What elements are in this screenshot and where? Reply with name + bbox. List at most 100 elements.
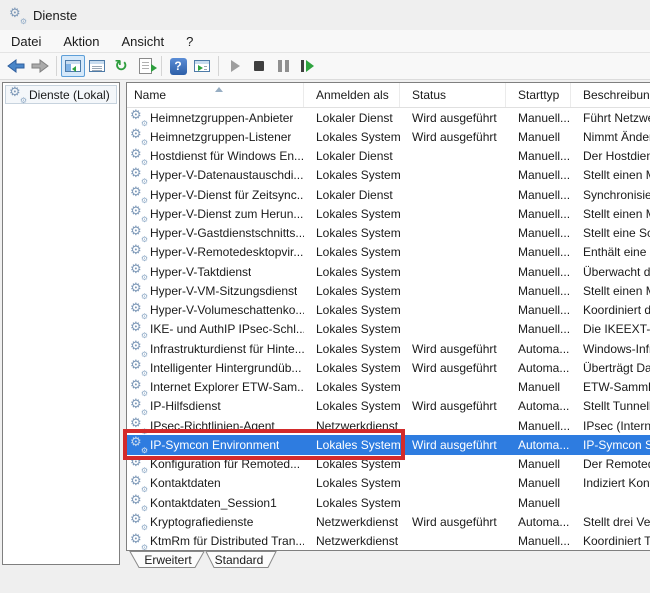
help-icon[interactable]: ?	[166, 54, 190, 78]
service-gear-icon: ⚙⚙	[131, 514, 146, 529]
table-row[interactable]: ⚙⚙Internet Explorer ETW-Sam...Lokales Sy…	[127, 378, 650, 397]
service-description-cell: Führt Netzwe...	[571, 108, 650, 127]
service-description-cell: Enthält eine P...	[571, 243, 650, 262]
service-gear-icon: ⚙⚙	[131, 110, 146, 125]
service-gear-icon: ⚙⚙	[131, 303, 146, 318]
service-gear-icon: ⚙⚙	[131, 495, 146, 510]
column-header-label: Starttyp	[518, 88, 559, 102]
table-row[interactable]: ⚙⚙Hostdienst für Windows En...Lokaler Di…	[127, 147, 650, 166]
service-status-cell	[400, 320, 506, 339]
service-name-cell: ⚙⚙ Kontaktdaten_Session1	[127, 493, 304, 512]
column-header-name[interactable]: Name	[127, 83, 304, 107]
service-name-cell: ⚙⚙Konfiguration für Remoted...	[127, 455, 304, 474]
table-row[interactable]: ⚙⚙Kontaktdaten_Session1Lokales SystemMan…	[127, 493, 650, 512]
column-header-beschreibung[interactable]: Beschreibung	[571, 83, 650, 107]
service-status-cell	[400, 166, 506, 185]
service-logon-cell: Netzwerkdienst	[304, 416, 400, 435]
service-name-cell: ⚙⚙Hyper-V-Dienst für Zeitsync...	[127, 185, 304, 204]
table-row[interactable]: ⚙⚙Konfiguration für Remoted...Lokales Sy…	[127, 455, 650, 474]
service-logon-cell: Lokales System	[304, 358, 400, 377]
table-row[interactable]: ⚙⚙Heimnetzgruppen-AnbieterLokaler Dienst…	[127, 108, 650, 127]
service-description-cell: Der Remoted...	[571, 455, 650, 474]
service-gear-icon: ⚙⚙	[131, 168, 146, 183]
sidebar-item-dienste-lokal[interactable]: ⚙⚙ Dienste (Lokal)	[5, 85, 117, 104]
title-bar: ⚙⚙ Dienste	[0, 0, 650, 30]
service-status-cell: Wird ausgeführt	[400, 127, 506, 146]
console-tree-panel: ⚙⚙ Dienste (Lokal)	[2, 82, 120, 565]
column-header-starttyp[interactable]: Starttyp	[506, 83, 571, 107]
service-name: Hostdienst für Windows En...	[150, 149, 304, 163]
service-name-cell: ⚙⚙Hyper-V-Dienst zum Herun...	[127, 204, 304, 223]
menu-aktion[interactable]: Aktion	[52, 31, 110, 52]
export-list-icon[interactable]	[133, 54, 157, 78]
refresh-icon[interactable]: ↻	[109, 54, 133, 78]
service-rows: ⚙⚙ Heimnetzgruppen-Anbieter Lokaler Dienst…	[127, 108, 650, 551]
service-name: Kontaktdaten_Session1	[150, 496, 277, 510]
properties-window-icon[interactable]	[85, 54, 109, 78]
service-name-cell: ⚙⚙Hyper-V-Gastdienstschnitts...	[127, 224, 304, 243]
table-row[interactable]: ⚙⚙IKE- und AuthIP IPsec-Schl...Lokales S…	[127, 320, 650, 339]
table-row[interactable]: ⚙⚙Hyper-V-Datenaustauschdi...Lokales Sys…	[127, 166, 650, 185]
table-row[interactable]: ⚙⚙Hyper-V-Dienst für Zeitsync...Lokaler …	[127, 185, 650, 204]
table-row[interactable]: ⚙⚙Hyper-V-Dienst zum Herun...Lokales Sys…	[127, 204, 650, 223]
service-startup-cell: Manuell...	[506, 532, 571, 551]
column-header-status[interactable]: Status	[400, 83, 506, 107]
service-gear-icon: ⚙⚙	[131, 399, 146, 414]
service-name: Hyper-V-Remotedesktopvir...	[150, 245, 303, 259]
table-row[interactable]: ⚙⚙IPsec-Richtlinien-AgentNetzwerkdienstM…	[127, 416, 650, 435]
tab-standard[interactable]: Standard	[206, 553, 272, 567]
table-row[interactable]: ⚙⚙Intelligenter Hintergrundüb...Lokales …	[127, 358, 650, 377]
menu-bar: Datei Aktion Ansicht ?	[0, 30, 650, 53]
pause-service-icon[interactable]	[271, 54, 295, 78]
table-row[interactable]: ⚙⚙Hyper-V-VM-SitzungsdienstLokales Syste…	[127, 281, 650, 300]
show-console-tree-icon[interactable]	[61, 55, 85, 77]
service-gear-icon: ⚙⚙	[131, 437, 146, 452]
table-row[interactable]: ⚙⚙IP-HilfsdienstLokales SystemWird ausge…	[127, 397, 650, 416]
service-name-cell: ⚙⚙Internet Explorer ETW-Sam...	[127, 378, 304, 397]
menu-hilfe[interactable]: ?	[175, 31, 204, 52]
service-startup-cell: Automa...	[506, 512, 571, 531]
show-window-icon[interactable]	[190, 54, 214, 78]
service-name: IP-Symcon Environment	[150, 438, 279, 452]
service-name-cell: ⚙⚙IKE- und AuthIP IPsec-Schl...	[127, 320, 304, 339]
stop-service-icon[interactable]	[247, 54, 271, 78]
service-startup-cell: Manuell...	[506, 320, 571, 339]
service-name-cell: ⚙⚙Hyper-V-VM-Sitzungsdienst	[127, 281, 304, 300]
service-logon-cell: Lokaler Dienst	[304, 185, 400, 204]
table-row[interactable]: ⚙⚙Infrastrukturdienst für Hinte...Lokale…	[127, 339, 650, 358]
table-row[interactable]: ⚙⚙KontaktdatenLokales SystemManuellIndiz…	[127, 474, 650, 493]
service-logon-cell: Lokaler Dienst	[304, 147, 400, 166]
service-description-cell: Die IKEEXT-Di...	[571, 320, 650, 339]
service-logon-cell: Lokales System	[304, 204, 400, 223]
service-name: Heimnetzgruppen-Anbieter	[150, 111, 293, 125]
service-gear-icon: ⚙⚙	[131, 418, 146, 433]
service-description-cell: Indiziert Kont...	[571, 474, 650, 493]
service-name: Hyper-V-Taktdienst	[150, 265, 251, 279]
column-header-anmelden-als[interactable]: Anmelden als	[304, 83, 400, 107]
table-row[interactable]: ⚙⚙KryptografiediensteNetzwerkdienstWird …	[127, 512, 650, 531]
tab-erweitert[interactable]: Erweitert	[132, 553, 204, 567]
table-row[interactable]: ⚙⚙KtmRm für Distributed Tran...Netzwerkd…	[127, 532, 650, 551]
back-arrow-icon[interactable]	[4, 54, 28, 78]
table-row[interactable]: ⚙⚙Heimnetzgruppen-ListenerLokales System…	[127, 127, 650, 146]
table-row[interactable]: ⚙⚙Hyper-V-Volumeschattenko...Lokales Sys…	[127, 301, 650, 320]
service-status-cell: Wird ausgeführt	[400, 358, 506, 377]
service-name-cell: ⚙⚙KtmRm für Distributed Tran...	[127, 532, 304, 551]
service-description-cell: Synchronisier...	[571, 185, 650, 204]
table-row[interactable]: ⚙⚙Hyper-V-Gastdienstschnitts...Lokales S…	[127, 224, 650, 243]
service-description-cell: IPsec (Interne...	[571, 416, 650, 435]
table-row[interactable]: ⚙⚙IP-Symcon EnvironmentLokales SystemWir…	[127, 435, 650, 454]
service-description-cell: Windows-Infr...	[571, 339, 650, 358]
table-row[interactable]: ⚙⚙Hyper-V-Remotedesktopvir...Lokales Sys…	[127, 243, 650, 262]
service-logon-cell: Lokales System	[304, 435, 400, 454]
restart-service-icon[interactable]	[295, 54, 319, 78]
table-row[interactable]: ⚙⚙Hyper-V-TaktdienstLokales SystemManuel…	[127, 262, 650, 281]
forward-arrow-icon[interactable]	[28, 54, 52, 78]
menu-datei[interactable]: Datei	[0, 31, 52, 52]
service-name-cell: ⚙⚙IPsec-Richtlinien-Agent	[127, 416, 304, 435]
start-service-icon[interactable]	[223, 54, 247, 78]
column-header-label: Name	[134, 88, 166, 102]
service-status-cell	[400, 204, 506, 223]
service-status-cell	[400, 455, 506, 474]
menu-ansicht[interactable]: Ansicht	[111, 31, 176, 52]
